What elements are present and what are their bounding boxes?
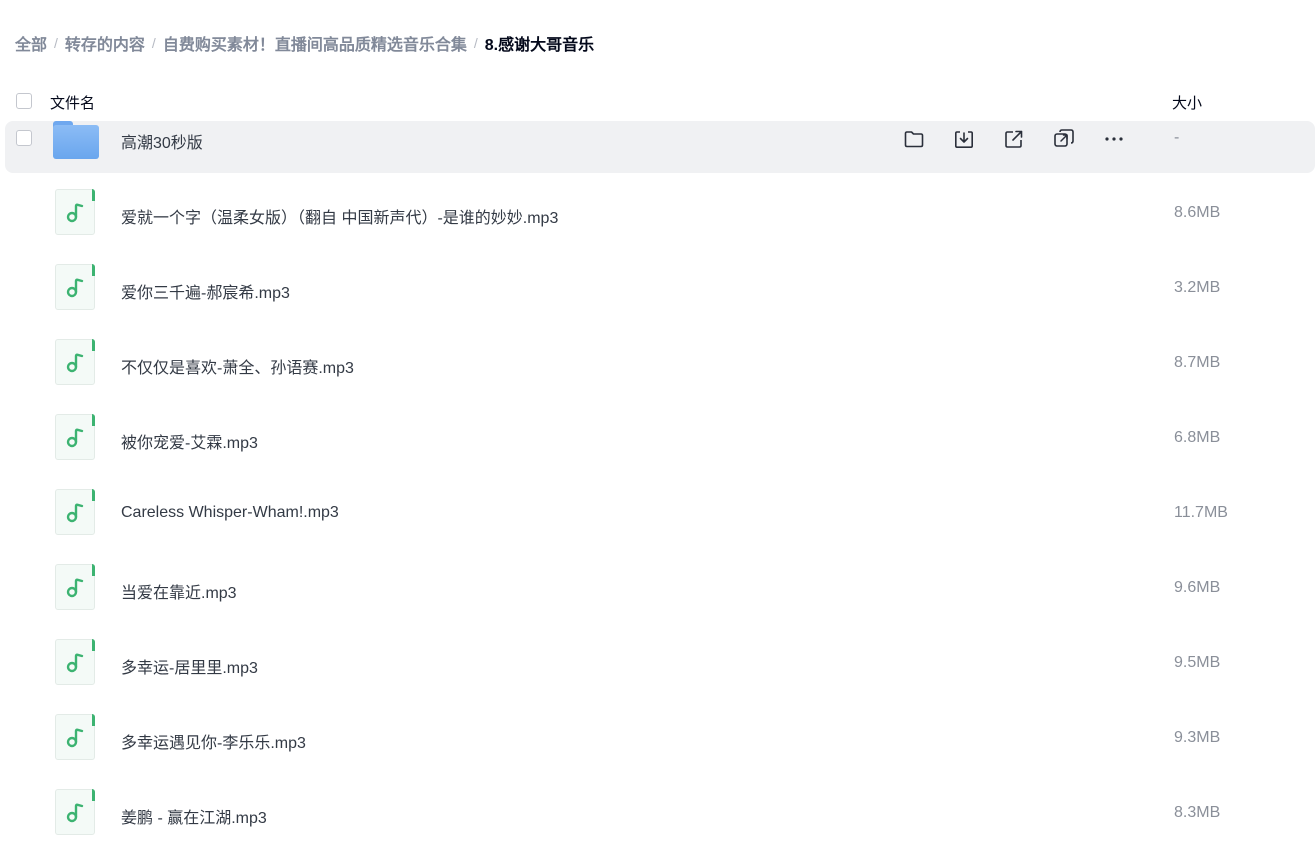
breadcrumb-all[interactable]: 全部 — [15, 31, 47, 55]
file-size: 9.6MB — [1174, 579, 1221, 596]
file-row-audio[interactable]: 被你宠爱-艾霖.mp3 6.8MB — [5, 398, 1315, 473]
file-name[interactable]: 高潮30秒版 — [121, 129, 203, 153]
column-header-name[interactable]: 文件名 — [50, 92, 95, 113]
file-list-header: 文件名 大小 — [0, 88, 1315, 116]
music-file-icon — [55, 489, 95, 535]
more-icon[interactable] — [1102, 127, 1126, 151]
file-browser: 全部 / 转存的内容 / 自费购买素材！直播间高品质精选音乐合集 / 8.感谢大… — [0, 0, 1315, 841]
music-file-icon — [55, 264, 95, 310]
music-file-icon — [55, 789, 95, 835]
file-row-audio[interactable]: Careless Whisper-Wham!.mp3 11.7MB — [5, 473, 1315, 548]
breadcrumb-saved[interactable]: 转存的内容 — [65, 31, 145, 55]
file-name[interactable]: 当爱在靠近.mp3 — [121, 579, 237, 603]
breadcrumb-separator: / — [54, 35, 58, 51]
file-name[interactable]: Careless Whisper-Wham!.mp3 — [121, 504, 339, 522]
file-name[interactable]: 姜鹏 - 赢在江湖.mp3 — [121, 804, 267, 828]
download-icon[interactable] — [952, 127, 976, 151]
file-size: 11.7MB — [1174, 504, 1228, 521]
file-name[interactable]: 爱就一个字（温柔女版）（翻自 中国新声代）-是谁的妙妙.mp3 — [121, 204, 558, 228]
file-row-audio[interactable]: 多幸运-居里里.mp3 9.5MB — [5, 623, 1315, 698]
music-file-icon — [55, 714, 95, 760]
file-size: - — [1174, 129, 1180, 146]
file-size: 8.7MB — [1174, 354, 1221, 371]
row-actions — [902, 127, 1152, 151]
music-file-icon — [55, 639, 95, 685]
file-row-folder[interactable]: 高潮30秒版 - — [5, 121, 1315, 173]
breadcrumb-collection[interactable]: 自费购买素材！直播间高品质精选音乐合集 — [163, 31, 467, 55]
breadcrumb: 全部 / 转存的内容 / 自费购买素材！直播间高品质精选音乐合集 / 8.感谢大… — [15, 31, 594, 55]
file-row-audio[interactable]: 当爱在靠近.mp3 9.6MB — [5, 548, 1315, 623]
share-icon[interactable] — [1002, 127, 1026, 151]
file-name[interactable]: 不仅仅是喜欢-萧全、孙语赛.mp3 — [121, 354, 354, 378]
file-size: 8.3MB — [1174, 804, 1221, 821]
select-all-checkbox[interactable] — [16, 93, 32, 109]
music-file-icon — [55, 189, 95, 235]
file-size: 9.3MB — [1174, 729, 1221, 746]
file-size: 8.6MB — [1174, 204, 1221, 221]
file-name[interactable]: 多幸运-居里里.mp3 — [121, 654, 258, 678]
folder-icon — [53, 121, 99, 159]
file-name[interactable]: 爱你三千遍-郝宸希.mp3 — [121, 279, 290, 303]
music-file-icon — [55, 414, 95, 460]
breadcrumb-separator: / — [473, 35, 478, 51]
file-row-audio[interactable]: 爱你三千遍-郝宸希.mp3 3.2MB — [5, 248, 1315, 323]
row-checkbox[interactable] — [16, 130, 32, 146]
file-name[interactable]: 被你宠爱-艾霖.mp3 — [121, 429, 258, 453]
file-size: 9.5MB — [1174, 654, 1221, 671]
file-row-audio[interactable]: 多幸运遇见你-李乐乐.mp3 9.3MB — [5, 698, 1315, 773]
music-file-icon — [55, 564, 95, 610]
file-row-audio[interactable]: 不仅仅是喜欢-萧全、孙语赛.mp3 8.7MB — [5, 323, 1315, 398]
column-header-size[interactable]: 大小 — [1172, 92, 1202, 113]
copy-link-icon[interactable] — [1052, 127, 1076, 151]
file-size: 6.8MB — [1174, 429, 1221, 446]
file-size: 3.2MB — [1174, 279, 1221, 296]
file-row-audio[interactable]: 姜鹏 - 赢在江湖.mp3 8.3MB — [5, 773, 1315, 841]
file-name[interactable]: 多幸运遇见你-李乐乐.mp3 — [121, 729, 306, 753]
move-folder-icon[interactable] — [902, 127, 926, 151]
breadcrumb-separator: / — [151, 35, 156, 51]
breadcrumb-current: 8.感谢大哥音乐 — [484, 37, 595, 54]
music-file-icon — [55, 339, 95, 385]
file-row-audio[interactable]: 爱就一个字（温柔女版）（翻自 中国新声代）-是谁的妙妙.mp3 8.6MB — [5, 173, 1315, 248]
